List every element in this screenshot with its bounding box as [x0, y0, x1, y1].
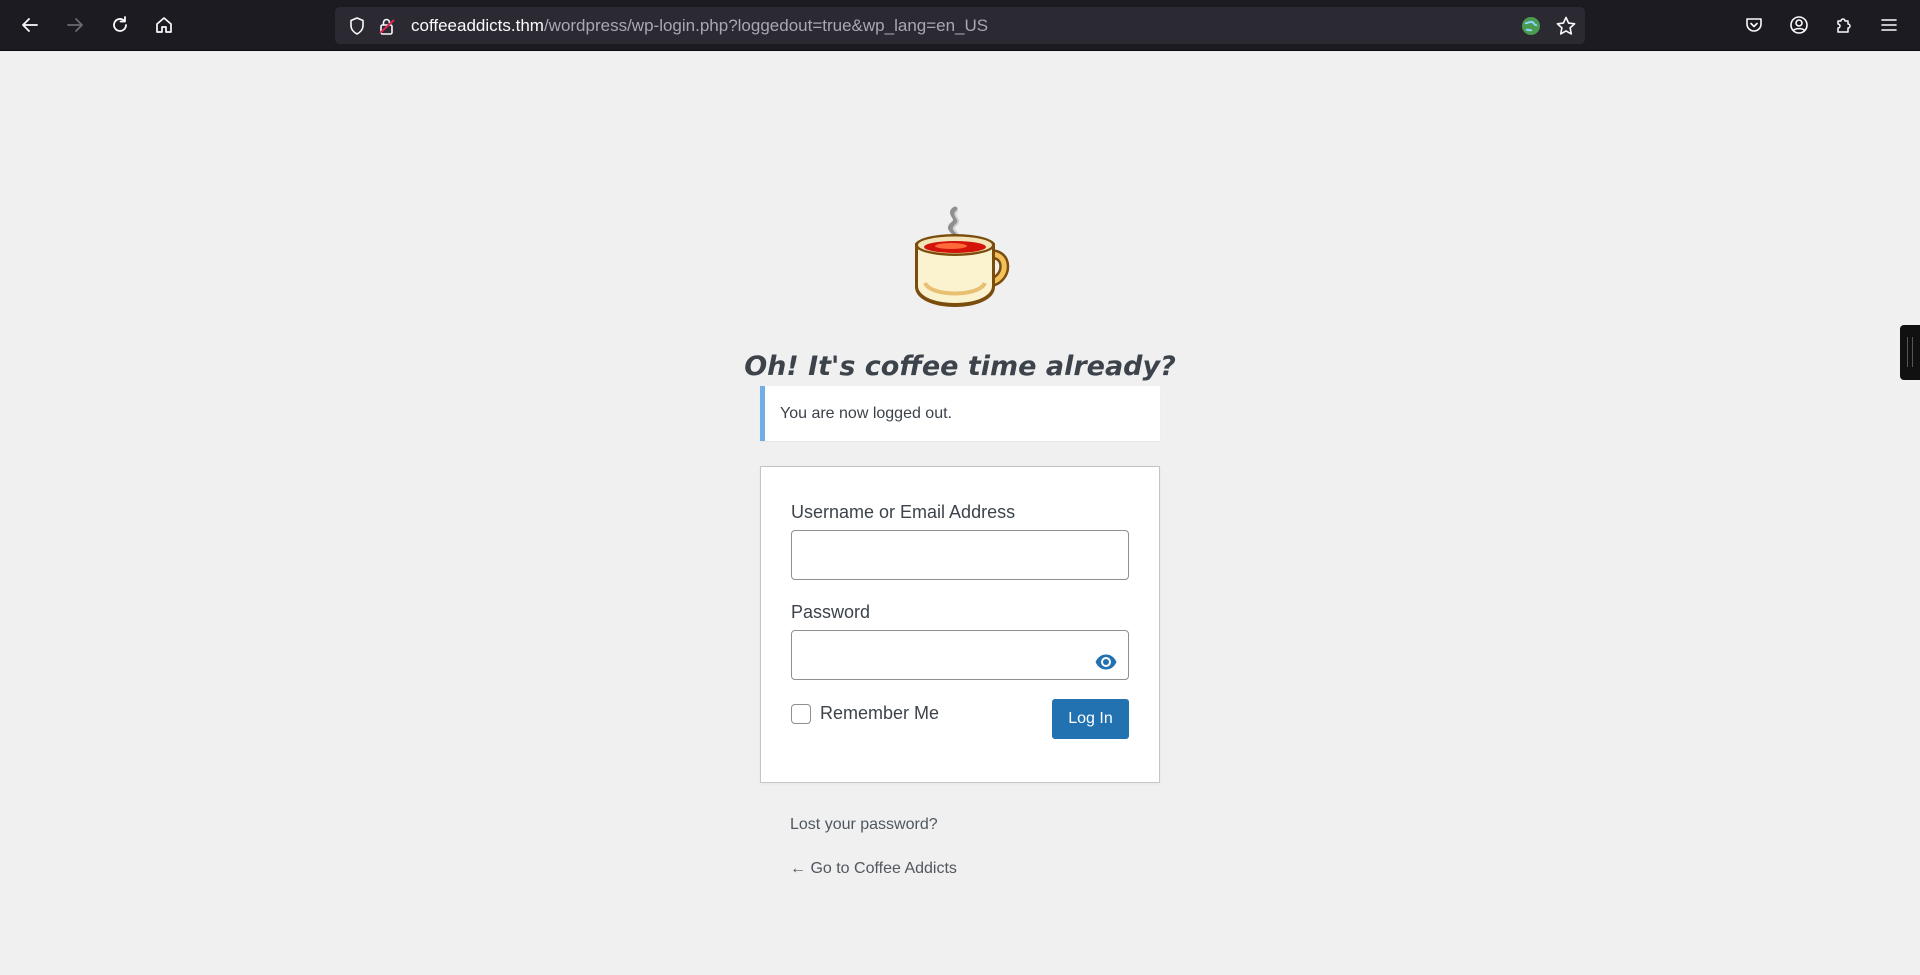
reload-button[interactable] — [102, 8, 138, 42]
lost-password-link[interactable]: Lost your password? — [790, 816, 938, 834]
account-button[interactable] — [1781, 8, 1817, 42]
remember-me-checkbox[interactable] — [791, 704, 811, 724]
extensions-button[interactable] — [1826, 8, 1862, 42]
forward-arrow-icon — [67, 18, 83, 32]
remember-me-label[interactable]: Remember Me — [820, 703, 939, 724]
pocket-icon — [1746, 18, 1762, 32]
url-path: /wordpress/wp-login.php?loggedout=true&w… — [543, 16, 989, 35]
logged-out-notice: You are now logged out. — [760, 386, 1160, 441]
coffee-cup-logo[interactable] — [907, 205, 1011, 311]
password-label: Password — [791, 602, 871, 622]
puzzle-icon — [1837, 18, 1851, 33]
forward-button[interactable] — [57, 8, 93, 42]
account-icon — [1790, 16, 1808, 34]
shield-icon[interactable] — [347, 16, 367, 36]
password-input[interactable] — [791, 630, 1129, 680]
insecure-lock-icon[interactable] — [377, 16, 397, 36]
pocket-button[interactable] — [1736, 8, 1772, 42]
login-form: Username or Email Address Password Remem… — [760, 466, 1160, 783]
username-label: Username or Email Address — [791, 502, 1016, 522]
back-to-site-link[interactable]: ← Go to Coffee Addicts — [790, 860, 957, 878]
hamburger-menu-icon — [1881, 19, 1897, 31]
grip-icon — [1907, 337, 1913, 367]
url-host: coffeeaddicts.thm — [411, 16, 544, 35]
show-password-button[interactable] — [1088, 644, 1124, 680]
globe-extension-icon[interactable] — [1521, 16, 1541, 36]
url-bar[interactable]: coffeeaddicts.thm/wordpress/wp-login.php… — [335, 7, 1585, 44]
star-icon[interactable] — [1555, 15, 1577, 37]
url-text[interactable]: coffeeaddicts.thm/wordpress/wp-login.php… — [411, 7, 988, 44]
eye-icon — [1095, 654, 1117, 670]
username-input[interactable] — [791, 530, 1129, 580]
browser-toolbar: coffeeaddicts.thm/wordpress/wp-login.php… — [0, 0, 1920, 51]
log-in-button[interactable]: Log In — [1052, 699, 1129, 739]
site-title: Oh! It's coffee time already? — [744, 351, 1176, 382]
reload-icon — [113, 16, 127, 32]
sidebar-toggle-tab[interactable] — [1900, 325, 1920, 380]
back-button[interactable] — [12, 8, 48, 42]
home-icon — [156, 17, 172, 33]
home-button[interactable] — [146, 8, 182, 42]
back-arrow-icon — [22, 18, 38, 32]
app-menu-button[interactable] — [1871, 8, 1907, 42]
